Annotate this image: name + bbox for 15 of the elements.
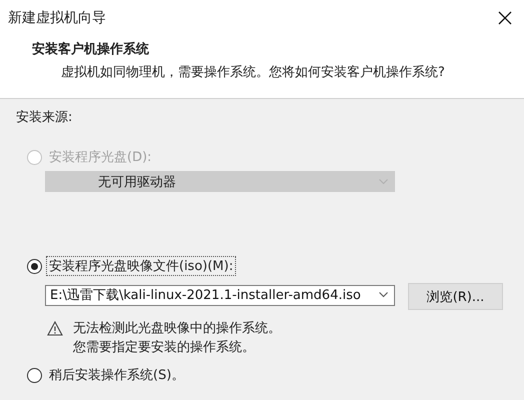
dropdown-field[interactable]: E:\迅雷下载\kali-linux-2021.1-installer-amd64.iso [45,284,395,306]
warning-message: 无法检测此光盘映像中的操作系统。 您需要指定要安装的操作系统。 [73,320,281,357]
radio-button[interactable] [27,368,42,382]
option-label[interactable]: 安装程序光盘映像文件(iso)(M): [46,256,236,276]
caret-icon [379,292,388,298]
page-description: 虚拟机如同物理机，需要操作系统。您将如何安装客户机操作系统? [60,64,446,81]
close-icon[interactable] [498,10,512,24]
window-title: 新建虚拟机向导 [8,8,106,26]
radio-button[interactable] [27,258,42,274]
option-label[interactable]: 稍后安装操作系统(S)。 [46,365,188,385]
section-label: 安装来源: [16,109,74,126]
warning-icon [47,321,63,336]
page-heading: 安装客户机操作系统 [32,40,150,58]
browse-button[interactable]: 浏览(R)... [408,283,503,310]
caret-icon [379,178,388,184]
